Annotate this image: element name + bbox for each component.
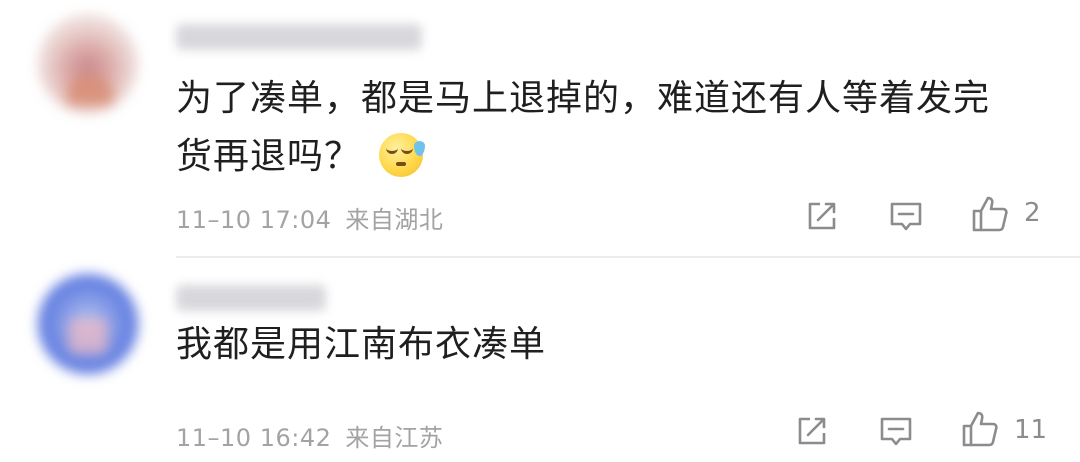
comment-feed: 为了凑单，都是马上退掉的，难道还有人等着发完 货再退吗？ 11–10 17:04… — [0, 0, 1080, 462]
comment-text: 我都是用江南布衣凑单 — [176, 316, 1046, 374]
share-button[interactable] — [792, 411, 832, 451]
like-button[interactable] — [968, 192, 1008, 232]
comment-meta: 11–10 16:42 来自江苏 — [176, 418, 443, 453]
comment-time: 11–10 16:42 — [176, 424, 332, 452]
avatar[interactable] — [38, 274, 138, 374]
comment-text-line: 货再退吗？ — [176, 136, 362, 177]
comment-text-line: 为了凑单，都是马上退掉的，难道还有人等着发完 — [176, 78, 991, 119]
username-blurred[interactable] — [176, 24, 422, 50]
comment-time: 11–10 17:04 — [176, 206, 332, 234]
share-button[interactable] — [802, 196, 842, 236]
comment-item: 为了凑单，都是马上退掉的，难道还有人等着发完 货再退吗？ 11–10 17:04… — [0, 0, 1080, 256]
comment-location: 来自湖北 — [345, 206, 444, 234]
comment-meta: 11–10 17:04 来自湖北 — [176, 200, 443, 235]
comment-icon — [890, 202, 922, 231]
reply-button[interactable] — [886, 196, 926, 236]
like-button[interactable] — [958, 407, 998, 447]
comment-location: 来自江苏 — [345, 424, 444, 452]
thumbs-up-icon — [972, 196, 1008, 232]
comment-item: 我都是用江南布衣凑单 11–10 16:42 来自江苏 11 — [0, 258, 1080, 462]
like-count: 2 — [1024, 198, 1041, 228]
reply-button[interactable] — [876, 411, 916, 451]
like-count: 11 — [1014, 415, 1048, 445]
sweat-face-emoji-icon — [379, 133, 426, 177]
avatar[interactable] — [38, 14, 138, 114]
share-icon — [798, 417, 826, 445]
comment-icon — [880, 417, 912, 446]
comment-text-line: 我都是用江南布衣凑单 — [176, 324, 547, 365]
thumbs-up-icon — [962, 411, 998, 447]
username-blurred[interactable] — [176, 285, 326, 311]
share-icon — [808, 202, 836, 230]
comment-text: 为了凑单，都是马上退掉的，难道还有人等着发完 货再退吗？ — [176, 70, 1046, 186]
